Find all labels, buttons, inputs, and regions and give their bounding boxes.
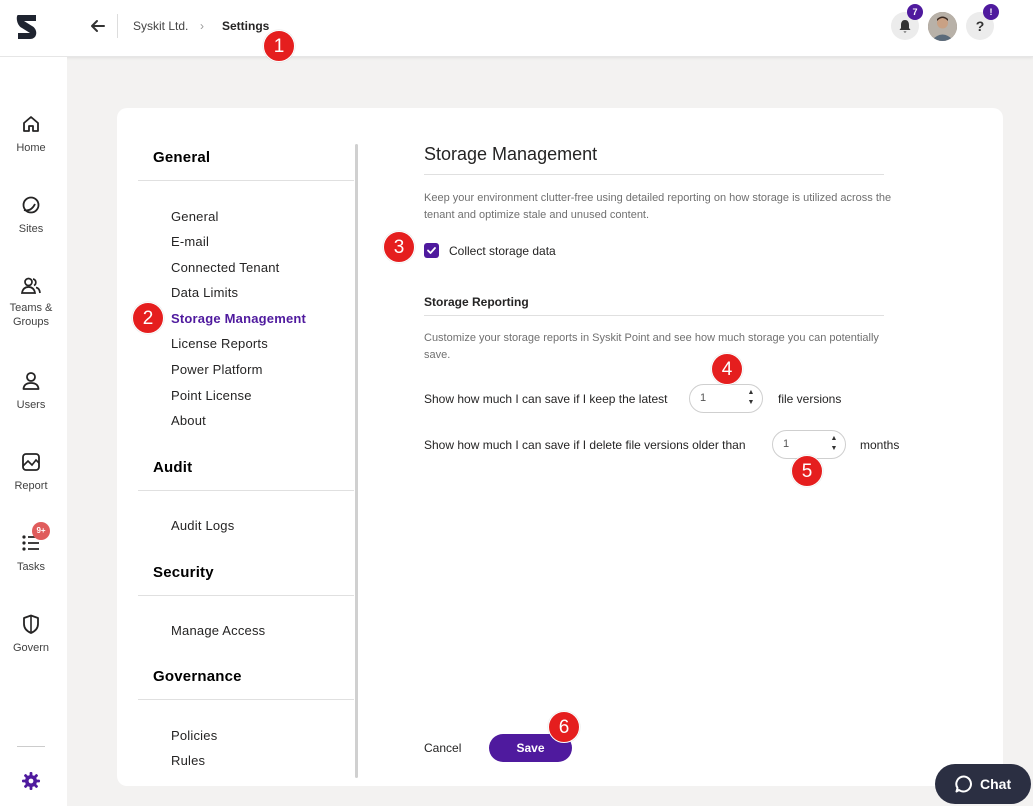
divider xyxy=(424,174,884,175)
section-heading-governance: Governance xyxy=(153,668,242,685)
rail-item-teams-groups[interactable]: Teams & Groups xyxy=(0,275,62,329)
breadcrumb-org[interactable]: Syskit Ltd. xyxy=(133,19,188,33)
nav-link-point-license[interactable]: Point License xyxy=(171,388,252,403)
rail-divider xyxy=(17,746,45,747)
storage-description: Keep your environment clutter-free using… xyxy=(424,192,892,221)
nav-link-audit-logs[interactable]: Audit Logs xyxy=(171,518,234,533)
section-heading-general: General xyxy=(153,149,211,166)
breadcrumb-current: Settings xyxy=(222,19,270,33)
chat-button[interactable]: Chat xyxy=(935,764,1031,804)
user-avatar[interactable] xyxy=(928,12,957,41)
nav-scrollbar[interactable] xyxy=(355,144,358,778)
rail-item-users[interactable]: Users xyxy=(0,370,62,412)
keep-latest-versions-stepper[interactable]: 1 ▲ ▼ xyxy=(689,384,763,413)
nav-link-rules[interactable]: Rules xyxy=(171,753,205,768)
nav-link-storage-management[interactable]: Storage Management xyxy=(171,311,306,326)
stepper-arrows-icon[interactable]: ▲ ▼ xyxy=(747,388,755,408)
shield-icon xyxy=(23,614,39,634)
checkmark-icon xyxy=(427,247,436,254)
section-heading-audit: Audit xyxy=(153,459,193,476)
divider xyxy=(424,315,884,316)
tasks-badge: 9+ xyxy=(32,522,50,540)
storage-reporting-heading: Storage Reporting xyxy=(424,295,529,309)
divider xyxy=(138,699,354,700)
rail-item-sites[interactable]: Sites xyxy=(0,194,62,236)
home-icon xyxy=(23,116,39,132)
rail-label: Govern xyxy=(12,642,50,654)
stepper-arrows-icon[interactable]: ▲ ▼ xyxy=(830,434,838,454)
divider xyxy=(117,14,118,38)
rail-item-tasks[interactable]: 9+ Tasks xyxy=(0,522,62,574)
help-badge: ! xyxy=(983,4,999,20)
settings-nav: General General E-mail Connected Tenant … xyxy=(138,145,354,785)
top-bar: Syskit Ltd. › Settings 7 ? ! xyxy=(0,0,1033,57)
marker-1: 1 xyxy=(263,30,295,62)
back-arrow-icon[interactable] xyxy=(88,16,108,36)
syskit-logo-icon[interactable] xyxy=(12,12,42,42)
report-icon xyxy=(22,453,40,471)
nav-link-general[interactable]: General xyxy=(171,209,219,224)
chat-label: Chat xyxy=(980,776,1012,792)
notifications-button[interactable]: 7 xyxy=(891,4,923,40)
marker-3: 3 xyxy=(383,231,415,263)
divider xyxy=(138,490,354,491)
nav-link-license-reports[interactable]: License Reports xyxy=(171,336,268,351)
marker-5: 5 xyxy=(791,455,823,487)
help-button[interactable]: ? ! xyxy=(966,4,999,40)
left-rail: Home Sites Teams & Groups Users Report 9… xyxy=(0,57,67,806)
collect-storage-checkbox[interactable] xyxy=(424,243,439,258)
nav-link-power-platform[interactable]: Power Platform xyxy=(171,362,263,377)
marker-4: 4 xyxy=(711,353,743,385)
stepper-value[interactable]: 1 xyxy=(700,392,706,404)
collect-storage-label[interactable]: Collect storage data xyxy=(449,244,556,258)
gear-icon[interactable] xyxy=(21,771,41,791)
breadcrumb-chevron-icon: › xyxy=(200,19,204,33)
stepper-value[interactable]: 1 xyxy=(783,438,789,450)
rail-label: Sites xyxy=(18,223,44,235)
settings-card: General General E-mail Connected Tenant … xyxy=(117,108,1003,786)
sites-icon xyxy=(22,196,40,214)
rail-label: Tasks xyxy=(16,561,46,573)
notifications-badge: 7 xyxy=(907,4,923,20)
help-icon: ? xyxy=(975,18,985,34)
divider xyxy=(138,595,354,596)
section-heading-security: Security xyxy=(153,564,214,581)
rail-label: Report xyxy=(14,480,48,492)
nav-link-email[interactable]: E-mail xyxy=(171,234,209,249)
teams-icon xyxy=(20,277,41,294)
rail-item-report[interactable]: Report xyxy=(0,451,62,493)
marker-6: 6 xyxy=(548,711,580,743)
rail-item-govern[interactable]: Govern xyxy=(0,613,62,655)
rail-item-home[interactable]: Home xyxy=(0,113,62,155)
rail-label: Teams & Groups xyxy=(9,302,53,328)
divider xyxy=(138,180,354,181)
keep-latest-label: Show how much I can save if I keep the l… xyxy=(424,392,668,406)
nav-link-data-limits[interactable]: Data Limits xyxy=(171,285,238,300)
older-than-label: Show how much I can save if I delete fil… xyxy=(424,438,746,452)
cancel-button[interactable]: Cancel xyxy=(424,741,461,755)
nav-link-policies[interactable]: Policies xyxy=(171,728,217,743)
storage-reporting-description: Customize your storage reports in Syskit… xyxy=(424,332,879,361)
user-icon xyxy=(22,372,40,390)
keep-latest-unit: file versions xyxy=(778,392,842,406)
rail-label: Users xyxy=(16,399,46,411)
rail-label: Home xyxy=(16,142,46,154)
nav-link-manage-access[interactable]: Manage Access xyxy=(171,623,265,638)
chat-bubble-icon xyxy=(955,775,972,793)
nav-link-about[interactable]: About xyxy=(171,413,206,428)
older-than-unit: months xyxy=(860,438,900,452)
marker-2: 2 xyxy=(132,302,164,334)
avatar-photo-icon xyxy=(928,12,957,41)
page-title: Storage Management xyxy=(424,144,598,164)
nav-link-connected-tenant[interactable]: Connected Tenant xyxy=(171,260,280,275)
